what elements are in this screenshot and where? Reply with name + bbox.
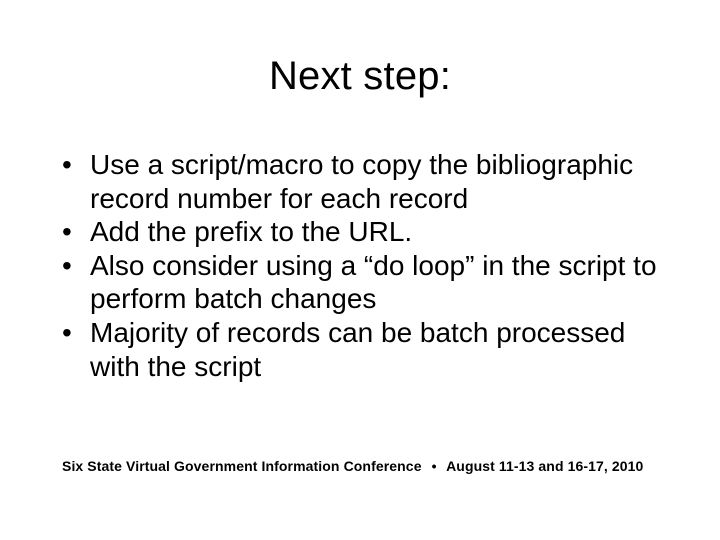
bullet-list: Use a script/macro to copy the bibliogra…	[62, 148, 670, 383]
footer-separator: •	[432, 458, 437, 474]
slide-footer: Six State Virtual Government Information…	[62, 458, 670, 474]
slide-body: Use a script/macro to copy the bibliogra…	[62, 148, 670, 383]
slide-title: Next step:	[0, 54, 720, 99]
list-item: Add the prefix to the URL.	[62, 215, 670, 249]
list-item: Majority of records can be batch process…	[62, 316, 670, 383]
footer-right: August 11-13 and 16-17, 2010	[446, 458, 643, 474]
list-item: Also consider using a “do loop” in the s…	[62, 249, 670, 316]
list-item: Use a script/macro to copy the bibliogra…	[62, 148, 670, 215]
footer-left: Six State Virtual Government Information…	[62, 458, 422, 474]
slide: Next step: Use a script/macro to copy th…	[0, 0, 720, 540]
